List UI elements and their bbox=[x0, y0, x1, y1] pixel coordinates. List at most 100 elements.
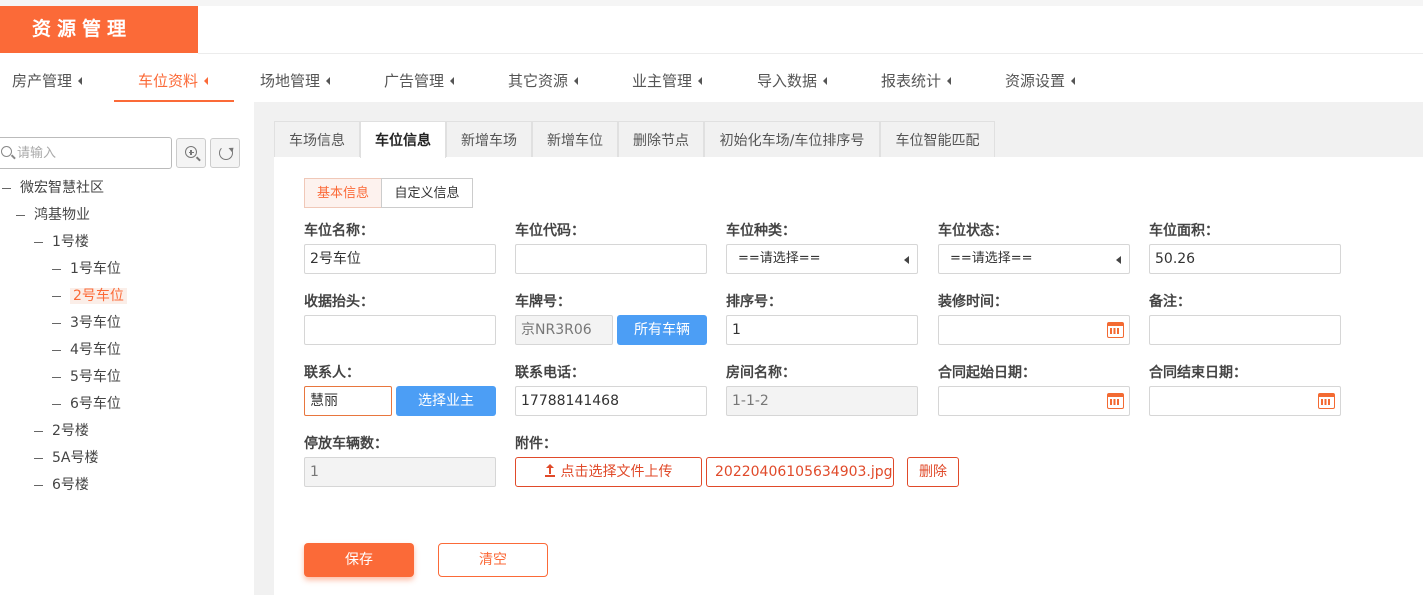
nav-item-owners[interactable]: 业主管理 bbox=[632, 54, 703, 101]
calendar-icon[interactable] bbox=[1318, 393, 1335, 409]
tree-search-input[interactable] bbox=[17, 144, 167, 162]
tree-node-space-4[interactable]: 4号车位 bbox=[52, 340, 121, 360]
tree-node-space-5[interactable]: 5号车位 bbox=[52, 367, 121, 387]
tree-line-icon bbox=[52, 322, 61, 324]
nav-item-venue[interactable]: 场地管理 bbox=[260, 54, 331, 101]
tree-node-label: 2号楼 bbox=[52, 423, 89, 439]
space-area-label: 车位面积： bbox=[1149, 223, 1219, 239]
sort-number-input[interactable]: 1 bbox=[726, 315, 918, 345]
tab-smart-match[interactable]: 车位智能匹配 bbox=[880, 121, 995, 157]
tree-node-space-2[interactable]: 2号车位 bbox=[52, 286, 127, 306]
tree-line-icon bbox=[52, 268, 61, 270]
tree-line-icon bbox=[52, 295, 61, 297]
space-type-label: 车位种类： bbox=[726, 223, 796, 239]
tree-node-space-3[interactable]: 3号车位 bbox=[52, 313, 121, 333]
nav-item-reports[interactable]: 报表统计 bbox=[881, 54, 952, 101]
caret-left-icon bbox=[326, 76, 331, 85]
tree-line-icon bbox=[2, 187, 11, 189]
refresh-icon bbox=[219, 146, 233, 160]
upload-label: 点击选择文件上传 bbox=[560, 464, 673, 480]
delete-attachment-button[interactable]: 删除 bbox=[907, 457, 959, 487]
nav-item-parking[interactable]: 车位资料 bbox=[138, 54, 209, 101]
tab-add-lot[interactable]: 新增车场 bbox=[446, 121, 532, 157]
nav-item-import[interactable]: 导入数据 bbox=[757, 54, 828, 101]
caret-left-icon bbox=[823, 76, 828, 85]
caret-left-icon bbox=[450, 76, 455, 85]
clear-button[interactable]: 清空 bbox=[438, 543, 548, 577]
receipt-header-input[interactable] bbox=[304, 315, 496, 345]
parked-count-input[interactable]: 1 bbox=[304, 457, 496, 487]
tab-space-info[interactable]: 车位信息 bbox=[360, 121, 446, 158]
decoration-time-input[interactable] bbox=[938, 315, 1130, 345]
nav-item-settings[interactable]: 资源设置 bbox=[1005, 54, 1076, 101]
attachment-file-link[interactable]: 20220406105634903.jpg bbox=[706, 457, 894, 487]
nav-label: 广告管理 bbox=[384, 72, 445, 90]
subtab-basic-info[interactable]: 基本信息 bbox=[304, 178, 382, 208]
space-area-input[interactable]: 50.26 bbox=[1149, 244, 1341, 274]
sort-number-label: 排序号： bbox=[726, 294, 782, 310]
caret-left-icon bbox=[1071, 76, 1076, 85]
tree-line-icon bbox=[34, 457, 43, 459]
tree-node-community[interactable]: 微宏智慧社区 bbox=[2, 178, 104, 198]
tree-node-label: 6号车位 bbox=[70, 396, 121, 412]
tree-line-icon bbox=[16, 214, 25, 216]
calendar-icon[interactable] bbox=[1107, 393, 1124, 409]
plate-number-input[interactable]: 京NR3R06 bbox=[515, 315, 613, 345]
refresh-button[interactable] bbox=[210, 138, 240, 168]
nav-item-property[interactable]: 房产管理 bbox=[12, 54, 83, 101]
upload-file-button[interactable]: 点击选择文件上传 bbox=[515, 457, 702, 487]
space-name-input[interactable]: 2号车位 bbox=[304, 244, 496, 274]
app-root: 资源管理 房产管理 车位资料 场地管理 广告管理 其它资源 业主管理 导入数据 … bbox=[0, 0, 1423, 595]
search-icon bbox=[1, 146, 12, 157]
tab-delete-node[interactable]: 删除节点 bbox=[618, 121, 704, 157]
contract-end-input[interactable] bbox=[1149, 386, 1341, 416]
top-nav: 房产管理 车位资料 场地管理 广告管理 其它资源 业主管理 导入数据 报表统计 … bbox=[0, 54, 1423, 102]
tree-node-property[interactable]: 鸿基物业 bbox=[16, 205, 90, 225]
space-status-value: ==请选择== bbox=[950, 251, 1033, 266]
space-code-input[interactable] bbox=[515, 244, 707, 274]
plate-number-label: 车牌号： bbox=[515, 294, 571, 310]
contact-phone-label: 联系电话： bbox=[515, 365, 585, 381]
top-strip bbox=[0, 0, 1423, 6]
room-name-input[interactable]: 1-1-2 bbox=[726, 386, 918, 416]
tree-node-label: 5A号楼 bbox=[52, 450, 99, 466]
select-owner-button[interactable]: 选择业主 bbox=[396, 386, 496, 416]
tree-node-label: 1号车位 bbox=[70, 261, 121, 277]
space-name-label: 车位名称： bbox=[304, 223, 374, 239]
zoom-search-button[interactable] bbox=[176, 138, 206, 168]
upload-icon bbox=[544, 464, 555, 477]
remark-label: 备注： bbox=[1149, 294, 1191, 310]
tree-line-icon bbox=[52, 403, 61, 405]
tree-node-space-1[interactable]: 1号车位 bbox=[52, 259, 121, 279]
tab-init-sort[interactable]: 初始化车场/车位排序号 bbox=[704, 121, 880, 157]
tree-node-label: 5号车位 bbox=[70, 369, 121, 385]
tree-node-building-6[interactable]: 6号楼 bbox=[34, 475, 89, 495]
nav-label: 房产管理 bbox=[12, 72, 73, 90]
all-vehicles-button[interactable]: 所有车辆 bbox=[617, 315, 707, 345]
contact-input[interactable]: 慧丽 bbox=[304, 386, 392, 416]
nav-label: 业主管理 bbox=[632, 72, 693, 90]
tab-parking-lot-info[interactable]: 车场信息 bbox=[274, 121, 360, 157]
remark-input[interactable] bbox=[1149, 315, 1341, 345]
calendar-icon[interactable] bbox=[1107, 322, 1124, 338]
tab-add-space[interactable]: 新增车位 bbox=[532, 121, 618, 157]
space-code-label: 车位代码： bbox=[515, 223, 585, 239]
zoom-handle bbox=[196, 156, 201, 162]
tree-node-space-6[interactable]: 6号车位 bbox=[52, 394, 121, 414]
subtab-custom-info[interactable]: 自定义信息 bbox=[381, 178, 473, 208]
nav-item-other[interactable]: 其它资源 bbox=[508, 54, 579, 101]
space-type-value: ==请选择== bbox=[738, 251, 821, 266]
tree-node-building-5a[interactable]: 5A号楼 bbox=[34, 448, 98, 468]
space-status-select[interactable]: ==请选择== bbox=[938, 244, 1130, 274]
tree-node-building-2[interactable]: 2号楼 bbox=[34, 421, 89, 441]
nav-label: 场地管理 bbox=[260, 72, 321, 90]
space-type-select[interactable]: ==请选择== bbox=[726, 244, 918, 274]
contract-start-input[interactable] bbox=[938, 386, 1130, 416]
save-button[interactable]: 保存 bbox=[304, 543, 414, 577]
nav-label: 导入数据 bbox=[757, 72, 818, 90]
contract-start-label: 合同起始日期： bbox=[938, 365, 1036, 381]
tree-node-building-1[interactable]: 1号楼 bbox=[34, 232, 89, 252]
nav-item-ads[interactable]: 广告管理 bbox=[384, 54, 455, 101]
contact-phone-input[interactable]: 17788141468 bbox=[515, 386, 707, 416]
decoration-time-label: 装修时间： bbox=[938, 294, 1008, 310]
